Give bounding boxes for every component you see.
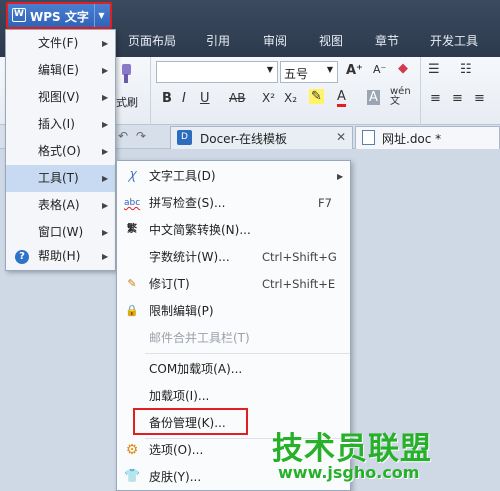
menu-item-table[interactable]: 表格(A) ▶ — [6, 192, 115, 219]
watermark: 技术员联盟 www.jsgho.com — [272, 423, 500, 491]
lock-icon: 🔒 — [125, 304, 139, 317]
bold-button[interactable]: B — [162, 91, 172, 106]
divider — [150, 57, 151, 125]
doc-tab-label: Docer-在线模板 — [200, 132, 288, 146]
wps-app-button[interactable]: W WPS 文字 ▼ — [6, 2, 112, 29]
tab-developer[interactable]: 开发工具 — [430, 30, 478, 52]
numbered-list-icon[interactable]: ☷ — [460, 62, 472, 77]
backup-manager-highlight — [133, 408, 248, 435]
divider — [420, 57, 421, 125]
format-painter-label[interactable]: 式刷 — [116, 94, 138, 110]
chevron-right-icon: ▶ — [102, 93, 109, 102]
menu-item-addins[interactable]: 加载项(I)... — [117, 383, 350, 410]
grow-font-button[interactable]: A⁺ — [346, 63, 363, 78]
highlight-icon[interactable]: ✎ — [309, 89, 324, 104]
menu-item-text-tools[interactable]: Ꭓ 文字工具(D) ▶ — [117, 163, 350, 190]
help-icon: ? — [15, 250, 29, 264]
tab-view[interactable]: 视图 — [319, 30, 343, 52]
chevron-right-icon: ▶ — [102, 120, 109, 129]
close-icon[interactable]: ✕ — [336, 130, 346, 144]
phonetic-guide-icon[interactable]: wén 文 — [390, 87, 411, 107]
clear-format-icon[interactable]: ◆ — [398, 61, 408, 76]
doc-tab-docer[interactable]: D Docer-在线模板 ✕ — [170, 126, 353, 149]
menu-item-com-addins[interactable]: COM加载项(A)... — [117, 356, 350, 383]
chevron-right-icon: ▶ — [102, 201, 109, 210]
chevron-right-icon: ▶ — [102, 252, 109, 261]
menu-separator — [145, 353, 350, 354]
menu-item-edit[interactable]: 编辑(E) ▶ — [6, 57, 115, 84]
menu-item-format[interactable]: 格式(O) ▶ — [6, 138, 115, 165]
undo-icon[interactable]: ↶ — [118, 129, 128, 143]
shrink-font-button[interactable]: A⁻ — [373, 63, 386, 76]
menu-item-chinese-convert[interactable]: 繁 中文简繁转换(N)... — [117, 217, 350, 244]
align-left-icon[interactable]: ≡ — [430, 91, 441, 106]
revise-icon: ✎ — [127, 277, 137, 290]
superscript-button[interactable]: X² — [262, 91, 275, 105]
text-tool-icon: Ꭓ — [128, 169, 136, 182]
menu-item-window[interactable]: 窗口(W) ▶ — [6, 219, 115, 246]
italic-button[interactable]: I — [182, 91, 186, 106]
docer-icon: D — [177, 130, 192, 145]
menu-item-help[interactable]: ? 帮助(H) ▶ — [6, 243, 115, 270]
menu-item-insert[interactable]: 插入(I) ▶ — [6, 111, 115, 138]
doc-tab-label: 网址.doc * — [382, 132, 442, 146]
font-color-button[interactable]: A — [337, 90, 346, 107]
document-icon — [362, 130, 375, 145]
tab-references[interactable]: 引用 — [206, 30, 230, 52]
doc-tab-file[interactable]: 网址.doc * — [355, 126, 500, 149]
menu-item-view[interactable]: 视图(V) ▶ — [6, 84, 115, 111]
tab-page-layout[interactable]: 页面布局 — [128, 30, 176, 52]
tab-review[interactable]: 审阅 — [263, 30, 287, 52]
menu-item-file[interactable]: 文件(F) ▶ — [6, 30, 115, 57]
menu-item-tools[interactable]: 工具(T) ▶ — [6, 165, 115, 192]
subscript-button[interactable]: X₂ — [284, 91, 297, 105]
menu-item-spellcheck[interactable]: abc 拼写检查(S)... F7 — [117, 190, 350, 217]
format-painter-icon[interactable] — [113, 63, 135, 85]
bullet-list-icon[interactable]: ☰ — [428, 62, 440, 77]
spellcheck-icon: abc — [124, 198, 141, 208]
wps-logo-icon: W — [12, 8, 26, 22]
menu-item-revise[interactable]: ✎ 修订(T) Ctrl+Shift+E — [117, 271, 350, 298]
strikethrough-button[interactable]: AB — [229, 91, 245, 105]
shirt-icon: 👕 — [124, 469, 141, 484]
chevron-right-icon: ▶ — [102, 147, 109, 156]
chinese-convert-icon: 繁 — [127, 224, 137, 235]
chevron-down-icon[interactable]: ▼ — [94, 4, 108, 27]
tab-chapter[interactable]: 章节 — [375, 30, 399, 52]
menu-item-mail-merge: 邮件合并工具栏(T) — [149, 331, 250, 345]
chevron-right-icon: ▶ — [102, 174, 109, 183]
wps-app-label: WPS 文字 — [30, 10, 89, 24]
chevron-right-icon: ▶ — [102, 39, 109, 48]
underline-button[interactable]: U — [200, 91, 210, 106]
chevron-right-icon: ▶ — [102, 66, 109, 75]
menu-item-word-count[interactable]: 字数统计(W)... Ctrl+Shift+G — [117, 244, 350, 271]
menu-item-restrict-edit[interactable]: 🔒 限制编辑(P) — [117, 298, 350, 325]
watermark-url: www.jsgho.com — [278, 463, 420, 482]
font-name-select[interactable]: ▼ — [156, 61, 278, 83]
redo-icon[interactable]: ↷ — [136, 129, 146, 143]
font-size-value: 五号 — [284, 67, 309, 81]
chevron-right-icon: ▶ — [337, 172, 344, 181]
char-shading-icon[interactable]: A — [367, 90, 380, 105]
watermark-text: 技术员联盟 — [272, 431, 432, 467]
main-menu: 文件(F) ▶ 编辑(E) ▶ 视图(V) ▶ 插入(I) ▶ 格式(O) ▶ 工具(T)… — [5, 29, 116, 271]
font-size-select[interactable]: 五号 ▼ — [280, 61, 338, 83]
align-center-icon[interactable]: ≡ — [452, 91, 463, 106]
align-right-icon[interactable]: ≡ — [474, 91, 485, 106]
gear-icon: ⚙ — [125, 442, 139, 458]
chevron-right-icon: ▶ — [102, 228, 109, 237]
